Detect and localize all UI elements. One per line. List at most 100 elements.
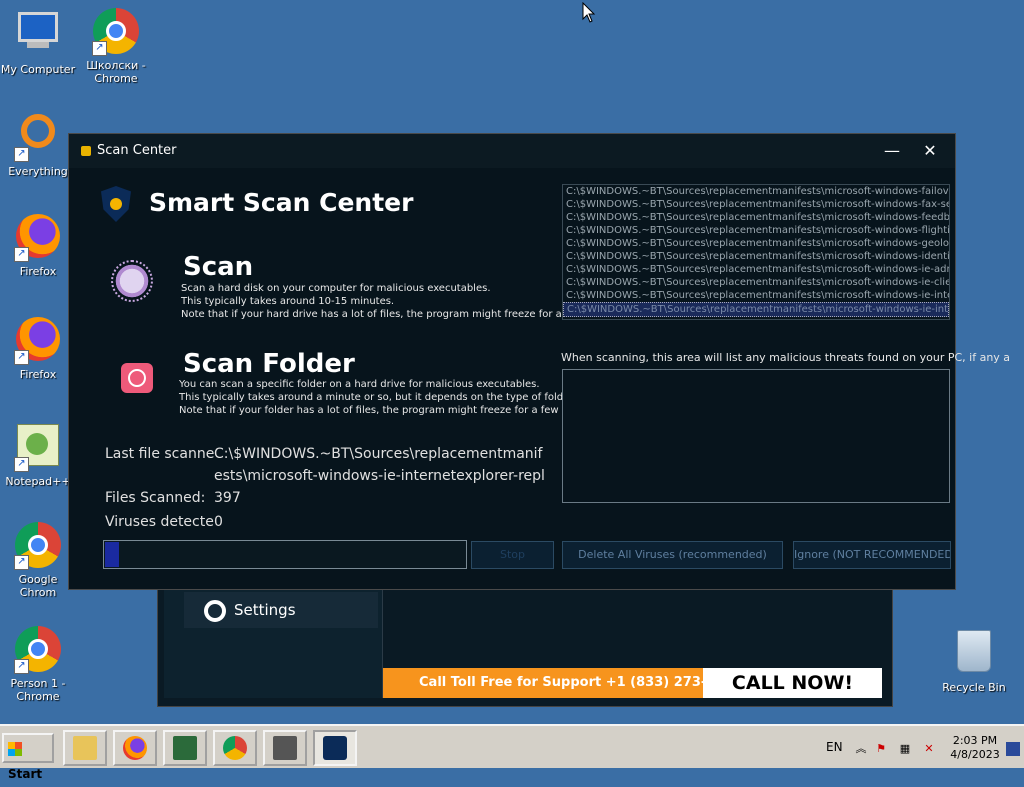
desktop-icon-label: Everything xyxy=(8,165,68,178)
firefox-icon xyxy=(123,736,147,760)
list-item[interactable]: C:\$WINDOWS.~BT\Sources\replacementmanif… xyxy=(563,237,949,250)
taskbar: Start EN ︽ ⚑ ▦ ✕ 2:03 PM 4/8/2023 xyxy=(0,724,1024,781)
files-scanned-label: Files Scanned: xyxy=(105,490,206,506)
list-item[interactable]: C:\$WINDOWS.~BT\Sources\replacementmanif… xyxy=(563,211,949,224)
gear-icon xyxy=(204,599,226,622)
notepadpp-icon: ↗ xyxy=(14,424,62,472)
windows-logo-icon xyxy=(8,741,22,756)
desktop-icon-recycle-bin[interactable]: Recycle Bin xyxy=(936,626,1012,694)
last-file-value-line2: ests\microsoft-windows-ie-internetexplor… xyxy=(214,468,545,484)
threats-list[interactable] xyxy=(562,369,950,503)
everything-icon: ↗ xyxy=(14,114,62,162)
scan-folder-title[interactable]: Scan Folder xyxy=(183,349,355,379)
shield-icon xyxy=(101,186,131,222)
taskbar-firefox[interactable] xyxy=(113,730,157,766)
computer-icon xyxy=(14,12,62,60)
delete-all-viruses-button[interactable]: Delete All Viruses (recommended) xyxy=(562,541,783,569)
start-button[interactable]: Start xyxy=(2,733,54,781)
clock[interactable]: 2:03 PM 4/8/2023 xyxy=(944,734,1006,762)
language-indicator[interactable]: EN xyxy=(826,740,843,754)
desktop-icon-label: Notepad++ xyxy=(5,475,71,488)
chrome-icon: ↗ xyxy=(92,8,140,56)
volume-muted-icon[interactable]: ✕ xyxy=(922,742,936,756)
shield-icon xyxy=(323,736,347,760)
scan-log-list[interactable]: C:\$WINDOWS.~BT\Sources\replacementmanif… xyxy=(562,184,950,320)
chrome-icon: ↗ xyxy=(14,626,62,674)
firefox-icon: ↗ xyxy=(14,317,62,365)
scan-progress-bar xyxy=(103,540,467,569)
firefox-icon: ↗ xyxy=(14,214,62,262)
call-now-button[interactable]: CALL NOW! xyxy=(703,668,882,698)
app-icon xyxy=(81,146,91,156)
list-item[interactable]: C:\$WINDOWS.~BT\Sources\replacementmanif… xyxy=(563,185,949,198)
desktop-icon-label: Firefox xyxy=(19,265,57,278)
desktop-icon-person1-chrome[interactable]: ↗ Person 1 - Chrome xyxy=(0,626,76,703)
desktop-icon-label: Person 1 - Chrome xyxy=(10,677,66,703)
desktop-icon-label: Школски - Chrome xyxy=(86,59,146,85)
desktop-icon-everything[interactable]: ↗ Everything xyxy=(0,112,76,178)
window-content: Smart Scan Center Scan Scan a hard disk … xyxy=(69,168,1010,589)
list-item[interactable]: C:\$WINDOWS.~BT\Sources\replacementmanif… xyxy=(563,250,949,263)
fingerprint-icon[interactable] xyxy=(121,363,153,393)
network-icon[interactable]: ▦ xyxy=(898,742,912,756)
ignore-button[interactable]: Ignore (NOT RECOMMENDED) xyxy=(793,541,951,569)
window-switcher-icon xyxy=(273,736,297,760)
window-titlebar[interactable]: Scan Center — ✕ xyxy=(69,134,955,168)
chrome-icon xyxy=(223,736,247,760)
desktop-icon-label: My Computer xyxy=(0,63,76,76)
scan-title[interactable]: Scan xyxy=(183,252,253,282)
desktop-icon-label: Google Chrom xyxy=(18,573,58,599)
list-item[interactable]: C:\$WINDOWS.~BT\Sources\replacementmanif… xyxy=(563,263,949,276)
list-item[interactable]: C:\$WINDOWS.~BT\Sources\replacementmanif… xyxy=(563,276,949,289)
clock-date: 4/8/2023 xyxy=(950,748,1000,761)
stop-button[interactable]: Stop xyxy=(471,541,554,569)
list-item[interactable]: C:\$WINDOWS.~BT\Sources\replacementmanif… xyxy=(563,198,949,211)
desktop-icon-firefox-1[interactable]: ↗ Firefox xyxy=(0,214,76,278)
folder-icon xyxy=(73,736,97,760)
last-file-value-line1: C:\$WINDOWS.~BT\Sources\replacementmanif xyxy=(214,446,543,462)
support-banner[interactable]: Call Toll Free for Support +1 (833) 273-… xyxy=(383,668,703,698)
desktop-icon-google-chrome[interactable]: ↗ Google Chrom xyxy=(0,522,76,599)
desktop-icon-my-computer[interactable]: My Computer xyxy=(0,8,76,76)
last-file-label: Last file scanne xyxy=(105,446,215,462)
clock-time: 2:03 PM xyxy=(952,734,998,747)
taskbar-explorer[interactable] xyxy=(63,730,107,766)
start-label: Start xyxy=(8,767,43,781)
files-scanned-value: 397 xyxy=(214,490,241,506)
desktop-icon-chrome-school[interactable]: ↗ Школски - Chrome xyxy=(78,8,154,85)
recycle-bin-icon xyxy=(950,630,998,678)
progress-fill xyxy=(105,542,120,567)
taskbar-scan-center[interactable] xyxy=(313,730,357,766)
close-button[interactable]: ✕ xyxy=(911,134,949,168)
desktop-icon-label: Firefox xyxy=(19,368,57,381)
threats-note: When scanning, this area will list any m… xyxy=(561,351,1011,364)
chevron-up-icon[interactable]: ︽ xyxy=(854,742,868,756)
system-tray: EN ︽ ⚑ ▦ ✕ 2:03 PM 4/8/2023 xyxy=(818,730,1022,766)
virus-icon[interactable] xyxy=(111,260,153,302)
taskbar-chrome[interactable] xyxy=(213,730,257,766)
scan-folder-description: You can scan a specific folder on a hard… xyxy=(179,378,612,417)
task-manager-icon xyxy=(173,736,197,760)
mouse-cursor-icon xyxy=(582,2,596,23)
desktop-icon-firefox-2[interactable]: ↗ Firefox xyxy=(0,317,76,381)
viruses-detected-label: Viruses detecte xyxy=(105,514,214,530)
list-item[interactable]: C:\$WINDOWS.~BT\Sources\replacementmanif… xyxy=(563,224,949,237)
flag-icon[interactable]: ⚑ xyxy=(874,742,888,756)
scan-center-window: Scan Center — ✕ Smart Scan Center Scan S… xyxy=(68,133,1010,590)
list-item-selected[interactable]: C:\$WINDOWS.~BT\Sources\replacementmanif… xyxy=(563,302,949,317)
window-title: Scan Center xyxy=(97,143,177,158)
settings-label: Settings xyxy=(234,601,296,619)
app-title: Smart Scan Center xyxy=(149,188,414,217)
taskbar-task-manager[interactable] xyxy=(163,730,207,766)
desktop-icon-label: Recycle Bin xyxy=(942,681,1006,694)
viruses-detected-value: 0 xyxy=(214,514,223,530)
minimize-button[interactable]: — xyxy=(873,134,911,168)
list-item[interactable]: C:\$WINDOWS.~BT\Sources\replacementmanif… xyxy=(563,289,949,302)
background-app-window: Settings Call Toll Free for Support +1 (… xyxy=(157,585,893,707)
background-sidebar: Settings xyxy=(164,586,382,698)
desktop-icon-notepadpp[interactable]: ↗ Notepad++ xyxy=(0,420,76,488)
settings-button[interactable]: Settings xyxy=(184,592,378,628)
chrome-icon: ↗ xyxy=(14,522,62,570)
taskbar-windows[interactable] xyxy=(263,730,307,766)
show-desktop-icon[interactable] xyxy=(1006,742,1020,756)
